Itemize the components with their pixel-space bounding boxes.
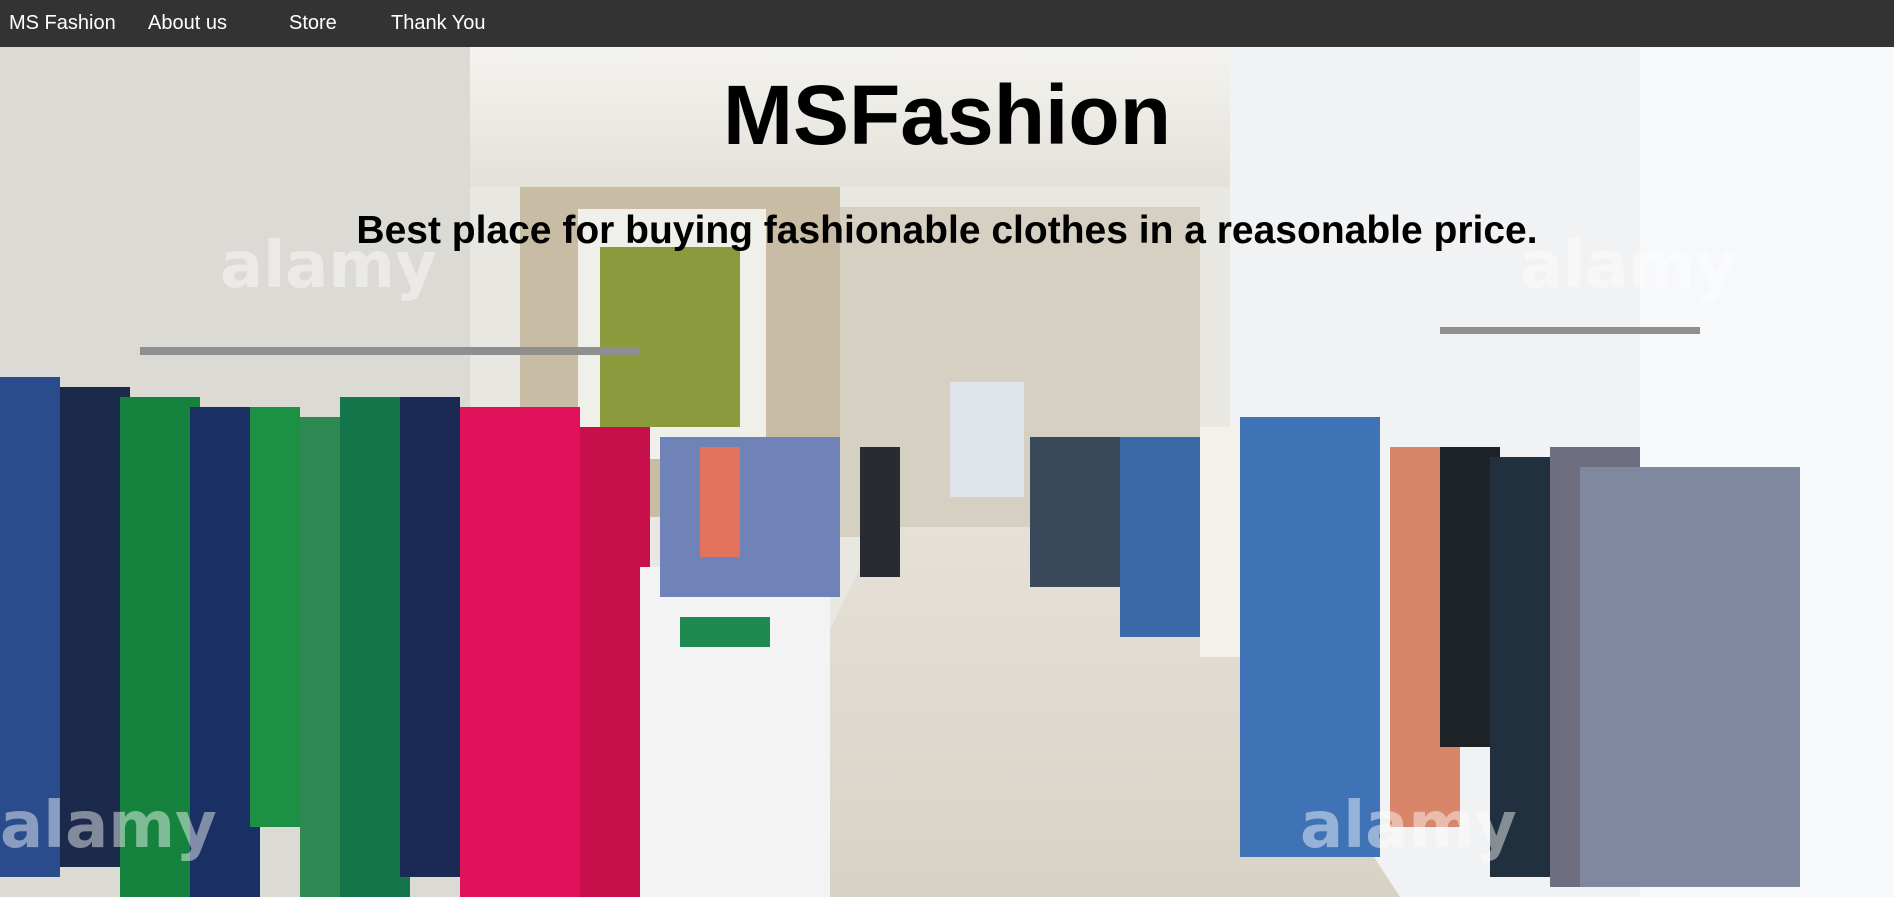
nav-link-store[interactable]: Store <box>289 0 337 47</box>
hero-title: MSFashion <box>722 68 1171 162</box>
hero-subtitle: Best place for buying fashionable clothe… <box>356 209 1538 252</box>
hero-section: alamy alamy alamy alamy MSFashion Best p… <box>0 47 1894 897</box>
store-interior-photo: alamy alamy alamy alamy <box>0 47 1894 897</box>
svg-text:alamy: alamy <box>1300 789 1517 863</box>
nav-link-about-us[interactable]: About us <box>148 0 227 47</box>
top-navbar: MS Fashion About us Store Thank You <box>0 0 1894 47</box>
nav-link-thank-you[interactable]: Thank You <box>391 0 486 47</box>
svg-text:alamy: alamy <box>0 789 217 863</box>
nav-brand-link[interactable]: MS Fashion <box>9 0 116 47</box>
